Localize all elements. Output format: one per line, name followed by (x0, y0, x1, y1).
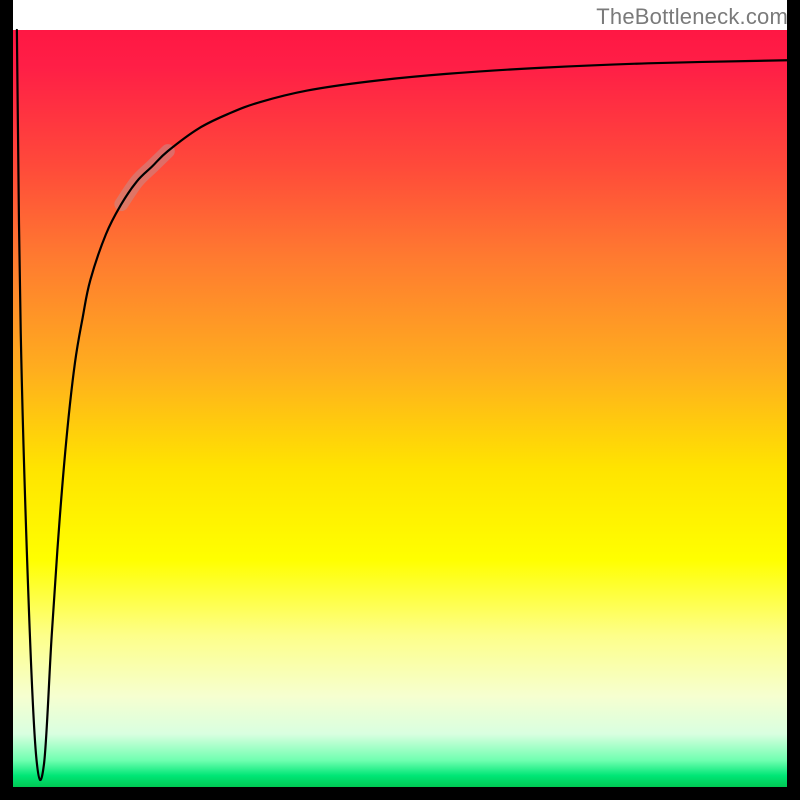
frame-bottom (0, 787, 800, 800)
frame-left (0, 0, 13, 800)
frame-right (787, 0, 800, 800)
watermark-text: TheBottleneck.com (596, 4, 788, 30)
bottleneck-chart (0, 0, 800, 800)
chart-stage: TheBottleneck.com (0, 0, 800, 800)
chart-background (13, 30, 787, 787)
